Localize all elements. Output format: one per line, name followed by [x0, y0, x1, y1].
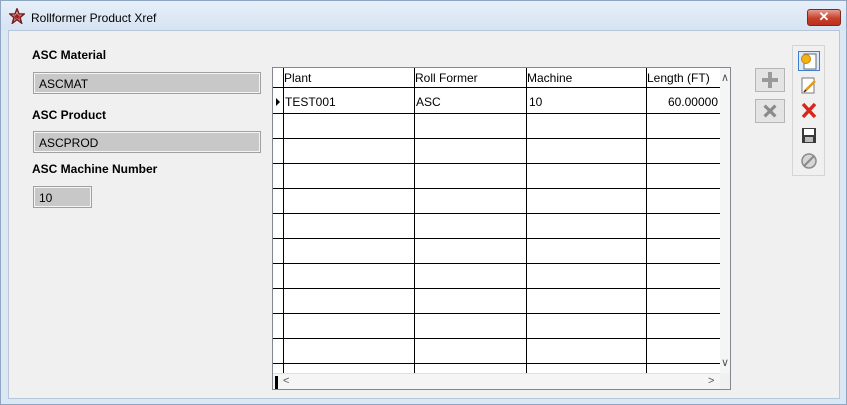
scroll-down-icon[interactable]: ∨: [721, 358, 729, 369]
scroll-right-icon[interactable]: >: [708, 376, 714, 387]
row-divider: [273, 338, 720, 339]
column-header-plant[interactable]: Plant: [284, 71, 311, 85]
horizontal-scrollbar[interactable]: < >: [273, 373, 720, 389]
window-title: Rollformer Product Xref: [31, 11, 157, 25]
column-header-length[interactable]: Length (FT): [647, 71, 710, 85]
client-area: ASC Material ASCMAT ASC Product ASCPROD …: [8, 30, 840, 399]
row-divider: [273, 138, 720, 139]
asc-machine-number-field[interactable]: 10: [33, 186, 92, 208]
x-icon: [761, 104, 779, 124]
cell-length[interactable]: 60.00000: [649, 95, 718, 109]
scroll-up-icon[interactable]: ∧: [721, 73, 729, 84]
row-divider: [273, 263, 720, 264]
column-header-machine[interactable]: Machine: [527, 71, 572, 85]
add-row-button[interactable]: [755, 68, 785, 92]
plus-icon: [760, 72, 780, 95]
cancel-record-button[interactable]: [798, 151, 820, 171]
cell-plant[interactable]: TEST001: [285, 95, 336, 109]
asc-product-label: ASC Product: [32, 108, 107, 122]
save-record-button[interactable]: [798, 126, 820, 146]
scroll-left-icon[interactable]: <: [283, 376, 289, 387]
new-record-button[interactable]: [798, 51, 820, 71]
cancel-circle-icon: [798, 151, 820, 171]
delete-row-button[interactable]: [755, 99, 785, 123]
row-divider: [273, 238, 720, 239]
grid-header: Plant Roll Former Machine Length (FT): [273, 68, 720, 88]
asc-product-field[interactable]: ASCPROD: [33, 131, 261, 153]
row-divider: [273, 213, 720, 214]
cell-roll-former[interactable]: ASC: [416, 95, 441, 109]
close-button[interactable]: ✕: [807, 9, 841, 26]
row-divider: [273, 363, 720, 364]
asc-material-field[interactable]: ASCMAT: [33, 72, 261, 94]
row-divider: [273, 113, 720, 114]
title-bar[interactable]: Rollformer Product Xref ✕: [1, 1, 846, 30]
row-divider: [273, 313, 720, 314]
current-row-indicator-icon: [276, 98, 280, 106]
row-divider: [273, 288, 720, 289]
row-divider: [273, 163, 720, 164]
asc-machine-number-label: ASC Machine Number: [32, 162, 158, 176]
app-star-icon: [7, 6, 27, 26]
record-toolbar: [792, 45, 825, 176]
cell-machine[interactable]: 10: [529, 95, 542, 109]
red-x-icon: [798, 101, 820, 121]
column-header-roll-former[interactable]: Roll Former: [415, 71, 478, 85]
dialog-window: Rollformer Product Xref ✕ ASC Material A…: [0, 0, 847, 405]
asc-material-label: ASC Material: [32, 48, 107, 62]
vertical-scrollbar[interactable]: ∧ ∨: [720, 68, 730, 373]
new-record-icon: [799, 52, 819, 72]
row-divider: [273, 188, 720, 189]
scroll-corner: [720, 373, 730, 389]
save-disk-icon: [798, 126, 820, 146]
edit-icon: [798, 76, 820, 96]
edit-record-button[interactable]: [798, 76, 820, 96]
xref-grid[interactable]: Plant Roll Former Machine Length (FT) TE…: [272, 67, 731, 390]
scroll-position-marker: [275, 376, 278, 389]
delete-record-button[interactable]: [798, 101, 820, 121]
